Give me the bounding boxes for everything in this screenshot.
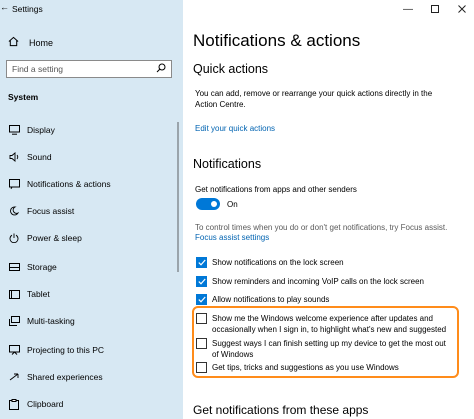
toggle-knob: [211, 201, 217, 207]
sidebar-scrollbar[interactable]: [177, 122, 179, 272]
display-icon: [8, 124, 20, 136]
multitasking-icon: [8, 315, 20, 327]
checkbox-checked[interactable]: [196, 294, 207, 305]
checkbox-checked[interactable]: [196, 276, 207, 287]
back-arrow-icon[interactable]: ←: [0, 2, 9, 12]
sidebar-item-display[interactable]: Display: [8, 124, 55, 136]
focus-assist-note: To control times when you do or don't ge…: [195, 223, 448, 232]
tablet-icon: [8, 288, 20, 300]
sidebar-item-label: Sound: [27, 152, 52, 162]
sidebar-item-label: Focus assist: [27, 206, 75, 216]
option-label: Show notifications on the lock screen: [212, 258, 344, 267]
sidebar-item-notifications[interactable]: Notifications & actions: [8, 178, 111, 190]
sidebar-item-projecting[interactable]: Projecting to this PC: [8, 344, 104, 356]
checkbox-unchecked[interactable]: [196, 313, 207, 324]
option-label: Get tips, tricks and suggestions as you …: [212, 363, 399, 372]
window-title: Settings: [12, 4, 43, 14]
projector-icon: [8, 344, 20, 356]
app-senders-heading: Get notifications from these apps: [193, 403, 369, 417]
checkbox-unchecked[interactable]: [196, 338, 207, 349]
main-panel: Notifications & actions Quick actions Yo…: [183, 0, 474, 419]
sidebar: ← Settings Home System Display Sound Not…: [0, 0, 183, 419]
moon-icon: [8, 205, 20, 217]
search-box[interactable]: [6, 60, 172, 78]
sidebar-item-label: Projecting to this PC: [27, 345, 105, 355]
sidebar-item-multitasking[interactable]: Multi-tasking: [8, 315, 75, 327]
sidebar-item-label: Storage: [27, 262, 57, 272]
option-label: Allow notifications to play sounds: [212, 295, 330, 304]
sidebar-section-system: System: [8, 92, 39, 102]
option-welcome-experience[interactable]: Show me the Windows welcome experience a…: [196, 313, 451, 335]
notifications-heading: Notifications: [193, 157, 262, 171]
option-notification-sounds[interactable]: Allow notifications to play sounds: [196, 294, 329, 305]
storage-icon: [8, 261, 20, 273]
clipboard-icon: [8, 398, 20, 410]
sidebar-item-label: Clipboard: [27, 399, 64, 409]
sidebar-item-clipboard[interactable]: Clipboard: [8, 398, 63, 410]
sidebar-item-shared-experiences[interactable]: Shared experiences: [8, 371, 103, 383]
quick-actions-description: You can add, remove or rearrange your qu…: [195, 89, 433, 109]
option-lock-screen-reminders[interactable]: Show reminders and incoming VoIP calls o…: [196, 276, 424, 287]
notifications-icon: [8, 178, 20, 190]
home-icon: [8, 36, 19, 49]
sidebar-item-label: Display: [27, 125, 55, 135]
option-label: Show reminders and incoming VoIP calls o…: [212, 277, 424, 286]
sidebar-item-label: Notifications & actions: [27, 179, 111, 189]
sidebar-item-sound[interactable]: Sound: [8, 151, 52, 163]
checkbox-checked[interactable]: [196, 257, 207, 268]
sidebar-item-label: Multi-tasking: [27, 316, 75, 326]
checkbox-unchecked[interactable]: [196, 362, 207, 373]
sidebar-item-storage[interactable]: Storage: [8, 261, 57, 273]
sidebar-item-label: Shared experiences: [27, 372, 103, 382]
notifications-toggle[interactable]: [196, 198, 220, 210]
option-label: Show me the Windows welcome experience a…: [212, 314, 447, 334]
focus-assist-settings-link[interactable]: Focus assist settings: [195, 233, 269, 242]
sound-icon: [8, 151, 20, 163]
shared-icon: [8, 371, 20, 383]
page-title: Notifications & actions: [193, 31, 361, 50]
power-icon: [8, 232, 20, 244]
search-input[interactable]: [12, 64, 152, 74]
option-finish-setup[interactable]: Suggest ways I can finish setting up my …: [196, 338, 451, 360]
sidebar-home-label: Home: [29, 37, 54, 48]
edit-quick-actions-link[interactable]: Edit your quick actions: [195, 124, 275, 133]
quick-actions-heading: Quick actions: [193, 62, 269, 76]
sidebar-item-focus-assist[interactable]: Focus assist: [8, 205, 74, 217]
sidebar-item-tablet[interactable]: Tablet: [8, 288, 50, 300]
option-tips-tricks[interactable]: Get tips, tricks and suggestions as you …: [196, 362, 399, 373]
notifications-toggle-caption: Get notifications from apps and other se…: [195, 185, 357, 194]
notifications-toggle-state: On: [227, 200, 238, 209]
sidebar-item-label: Power & sleep: [27, 233, 82, 243]
option-lock-screen-notifications[interactable]: Show notifications on the lock screen: [196, 257, 344, 268]
sidebar-item-power[interactable]: Power & sleep: [8, 232, 82, 244]
search-icon[interactable]: [156, 60, 166, 78]
sidebar-home[interactable]: Home: [8, 36, 53, 49]
option-label: Suggest ways I can finish setting up my …: [212, 339, 446, 359]
sidebar-item-label: Tablet: [27, 289, 50, 299]
